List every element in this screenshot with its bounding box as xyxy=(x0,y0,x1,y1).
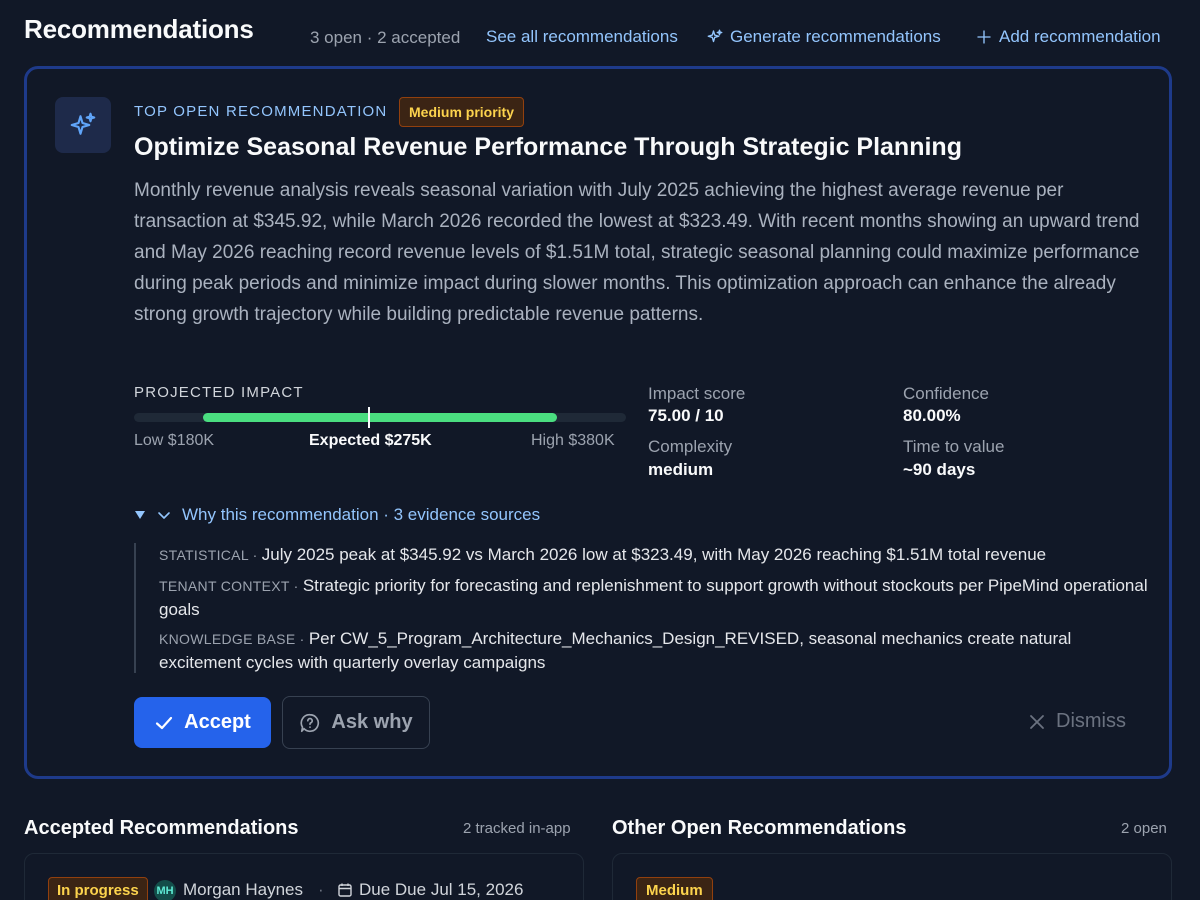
impact-range-fill xyxy=(203,413,557,422)
evidence-text: July 2025 peak at $345.92 vs March 2026 … xyxy=(261,545,1047,564)
ask-why-button[interactable]: Ask why xyxy=(282,696,430,749)
recommendation-title: Optimize Seasonal Revenue Performance Th… xyxy=(134,133,962,161)
accept-label: Accept xyxy=(184,711,251,733)
evidence-rail xyxy=(134,543,136,673)
impact-high-label: High $380K xyxy=(531,432,615,449)
dismiss-label: Dismiss xyxy=(1056,710,1126,732)
add-label: Add recommendation xyxy=(999,27,1161,46)
evidence-text: Strategic priority for forecasting and r… xyxy=(159,576,1148,619)
complexity-value: medium xyxy=(648,460,714,479)
expected-impact-marker xyxy=(368,407,370,428)
why-recommendation-toggle[interactable]: Why this recommendation · 3 evidence sou… xyxy=(134,505,540,525)
sparkles-icon xyxy=(707,29,723,43)
close-icon xyxy=(1030,714,1044,729)
impact-score-value: 75.00 / 10 xyxy=(648,406,724,425)
evidence-item: TENANT CONTEXT · Strategic priority for … xyxy=(159,576,1148,619)
status-badge: In progress xyxy=(48,877,148,900)
header-status: 3 open · 2 accepted xyxy=(310,28,461,47)
generate-recommendations-button[interactable]: Generate recommendations xyxy=(706,27,941,47)
other-open-recommendations-title: Other Open Recommendations xyxy=(612,817,907,839)
recommendation-icon-tile xyxy=(55,97,111,153)
impact-score-label: Impact score xyxy=(648,384,746,403)
avatar: MH xyxy=(154,880,176,900)
ask-why-label: Ask why xyxy=(331,711,413,733)
why-recommendation-label: Why this recommendation · 3 evidence sou… xyxy=(182,505,541,524)
evidence-item: KNOWLEDGE BASE · Per CW_5_Program_Archit… xyxy=(159,629,1072,672)
priority-badge: Medium xyxy=(636,877,713,900)
plus-icon xyxy=(977,30,991,44)
top-recommendation-eyebrow: TOP OPEN RECOMMENDATION xyxy=(134,103,388,120)
chevron-down-icon xyxy=(158,512,170,519)
time-to-value-label: Time to value xyxy=(903,437,1005,456)
evidence-tag: TENANT CONTEXT xyxy=(159,578,290,594)
owner-name: Morgan Haynes xyxy=(183,880,304,899)
calendar-icon xyxy=(338,883,352,897)
confidence-value: 80.00% xyxy=(903,406,961,425)
priority-badge: Medium priority xyxy=(399,97,525,127)
impact-expected-label: Expected $275K xyxy=(309,432,432,449)
generate-label: Generate recommendations xyxy=(730,27,941,46)
projected-impact-label: PROJECTED IMPACT xyxy=(134,384,304,401)
recommendation-description: Monthly revenue analysis reveals seasona… xyxy=(134,180,1140,325)
question-chat-icon xyxy=(300,713,320,732)
accept-button[interactable]: Accept xyxy=(134,697,271,748)
confidence-label: Confidence xyxy=(903,384,990,403)
other-open-recommendations-meta: 2 open xyxy=(1121,820,1167,837)
disclosure-triangle-icon xyxy=(135,511,145,519)
evidence-item: STATISTICAL · July 2025 peak at $345.92 … xyxy=(159,545,1047,564)
check-icon xyxy=(156,716,173,729)
add-recommendation-button[interactable]: Add recommendation xyxy=(975,27,1161,47)
see-all-recommendations-link[interactable]: See all recommendations xyxy=(486,27,678,47)
impact-low-label: Low $180K xyxy=(134,432,215,449)
due-date: Due Due Jul 15, 2026 xyxy=(337,880,523,900)
evidence-tag: KNOWLEDGE BASE xyxy=(159,631,296,647)
evidence-tag: STATISTICAL xyxy=(159,547,249,563)
page-title: Recommendations xyxy=(24,14,254,44)
dismiss-button[interactable]: Dismiss xyxy=(1028,710,1126,733)
time-to-value-value: ~90 days xyxy=(903,460,976,479)
accepted-recommendations-meta: 2 tracked in-app xyxy=(463,820,571,837)
see-all-label: See all recommendations xyxy=(486,27,678,46)
accepted-recommendations-title: Accepted Recommendations xyxy=(24,817,299,839)
sparkles-icon xyxy=(70,112,96,135)
due-date-label: Due Due Jul 15, 2026 xyxy=(359,880,524,899)
complexity-label: Complexity xyxy=(648,437,733,456)
meta-separator: · xyxy=(318,880,324,899)
